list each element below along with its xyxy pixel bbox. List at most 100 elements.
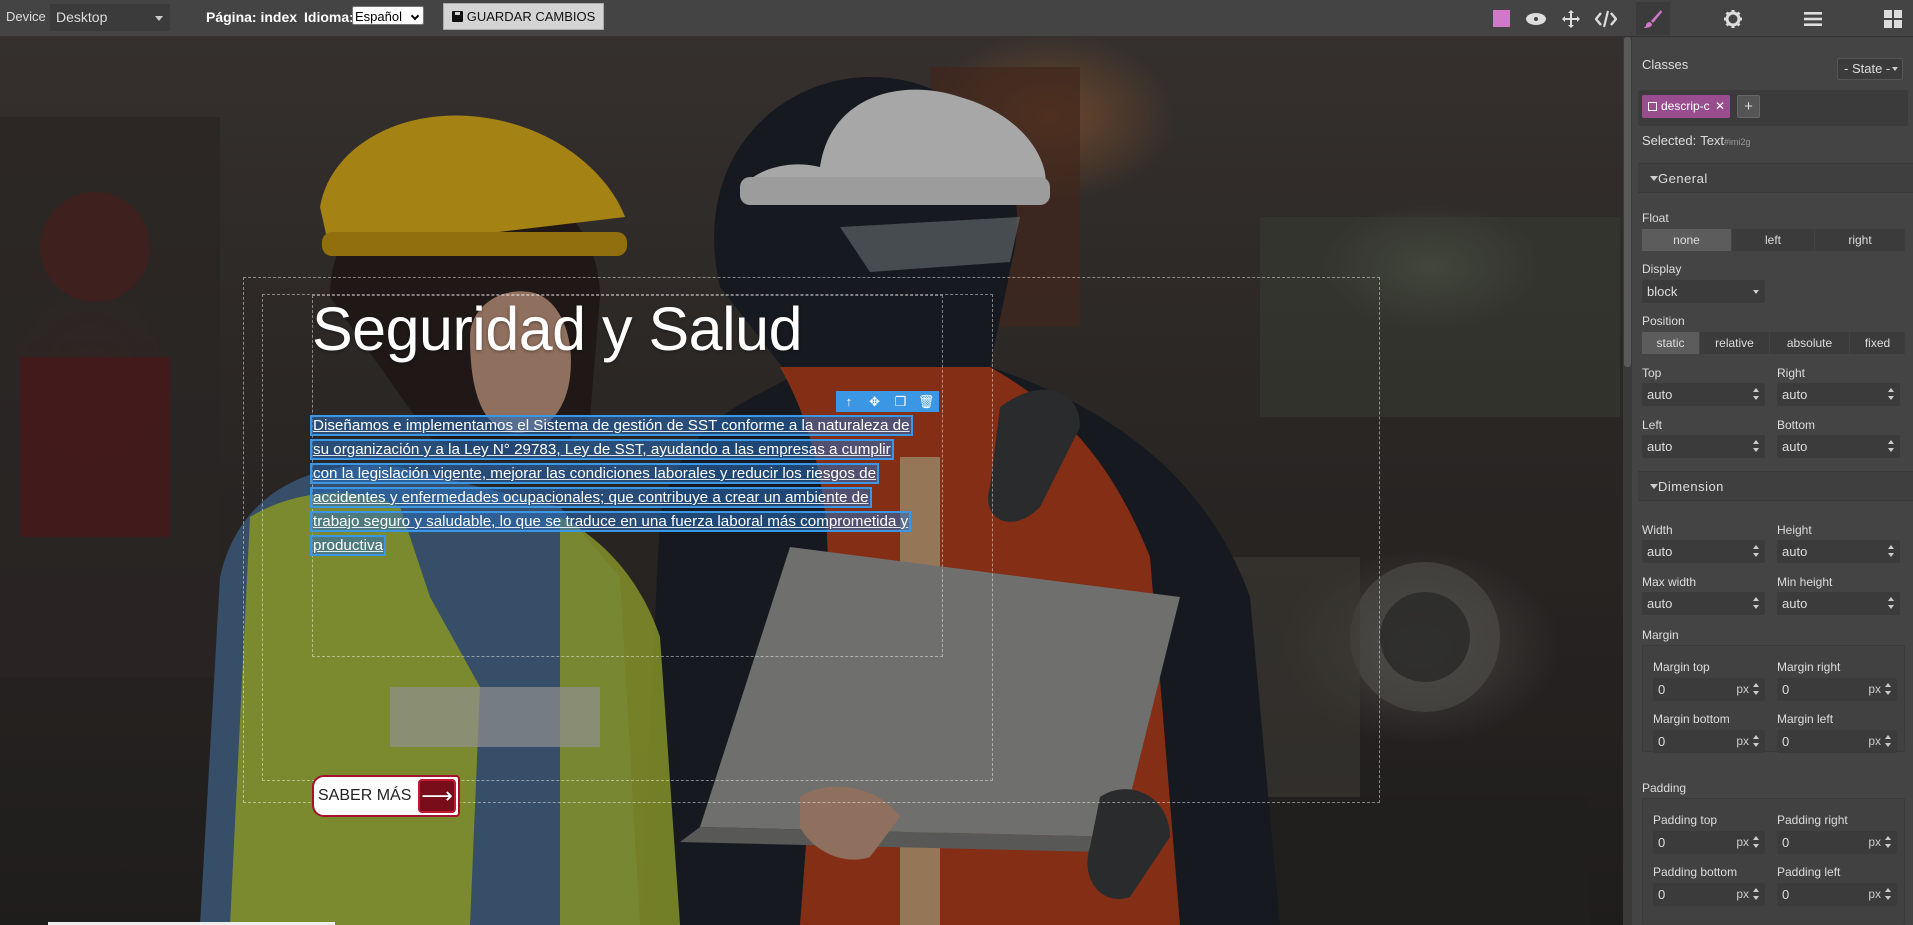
class-tag-descrip-c[interactable]: descrip-c ✕ xyxy=(1642,95,1730,118)
margin-bottom-input[interactable]: 0 px xyxy=(1653,730,1765,753)
stepper-arrows-icon[interactable] xyxy=(1753,683,1760,696)
width-value: auto xyxy=(1647,544,1673,559)
stepper-arrows-icon[interactable] xyxy=(1885,683,1892,696)
hero-description[interactable]: Diseñamos e implementamos el Sistema de … xyxy=(309,414,938,558)
left-value: auto xyxy=(1647,439,1673,454)
float-option-right[interactable]: right xyxy=(1815,229,1905,251)
device-select[interactable]: Desktop xyxy=(50,4,170,31)
code-icon xyxy=(1595,10,1617,27)
fullscreen-button[interactable] xyxy=(1554,2,1588,35)
position-option-absolute[interactable]: absolute xyxy=(1770,332,1850,354)
display-select[interactable]: block xyxy=(1642,280,1765,303)
select-parent-icon[interactable]: ↑ xyxy=(840,394,858,409)
unit-label[interactable]: px xyxy=(1736,730,1749,753)
view-code-button[interactable] xyxy=(1589,2,1623,35)
unit-label[interactable]: px xyxy=(1736,678,1749,701)
float-option-none[interactable]: none xyxy=(1642,229,1732,251)
padding-top-input[interactable]: 0 px xyxy=(1653,831,1765,854)
language-select[interactable]: Español xyxy=(352,6,424,25)
stepper-arrows-icon[interactable] xyxy=(1753,388,1760,401)
margin-left-input[interactable]: 0 px xyxy=(1777,730,1897,753)
padding-bottom-input[interactable]: 0 px xyxy=(1653,883,1765,906)
stepper-arrows-icon[interactable] xyxy=(1885,836,1892,849)
canvas-vertical-scrollbar[interactable] xyxy=(1623,37,1632,925)
description-line: trabajo seguro y saludable, lo que se tr… xyxy=(309,511,912,532)
class-tags-area: descrip-c ✕ + xyxy=(1638,90,1908,126)
stepper-arrows-icon[interactable] xyxy=(1753,735,1760,748)
settings-button[interactable] xyxy=(1716,2,1750,35)
max-width-input[interactable]: auto xyxy=(1642,592,1765,615)
padding-bottom-label: Padding bottom xyxy=(1653,865,1738,879)
blocks-button[interactable] xyxy=(1876,2,1910,35)
unit-label[interactable]: px xyxy=(1868,831,1881,854)
stepper-arrows-icon[interactable] xyxy=(1753,888,1760,901)
toggle-borders-button[interactable] xyxy=(1484,2,1518,35)
checkbox-icon[interactable] xyxy=(1648,102,1657,111)
position-option-relative[interactable]: relative xyxy=(1700,332,1770,354)
right-input[interactable]: auto xyxy=(1777,383,1900,406)
description-line: productiva xyxy=(309,535,387,556)
margin-right-input[interactable]: 0 px xyxy=(1777,678,1897,701)
padding-top-label: Padding top xyxy=(1653,813,1718,827)
position-option-static[interactable]: static xyxy=(1642,332,1700,354)
state-value: - State - xyxy=(1844,61,1891,76)
device-label: Device xyxy=(6,9,46,24)
position-option-fixed[interactable]: fixed xyxy=(1850,332,1905,354)
move-icon[interactable]: ✥ xyxy=(866,394,884,410)
editor-app: Device Desktop Página: index Idioma: Esp… xyxy=(0,0,1913,925)
unit-label[interactable]: px xyxy=(1736,831,1749,854)
stepper-arrows-icon[interactable] xyxy=(1888,545,1895,558)
state-select[interactable]: - State - xyxy=(1837,58,1903,80)
gear-icon xyxy=(1724,9,1742,28)
unit-label[interactable]: px xyxy=(1868,730,1881,753)
hero-title[interactable]: Seguridad y Salud xyxy=(312,294,803,364)
device-value: Desktop xyxy=(56,9,108,25)
width-input[interactable]: auto xyxy=(1642,540,1765,563)
unit-label[interactable]: px xyxy=(1736,883,1749,906)
unit-label[interactable]: px xyxy=(1868,678,1881,701)
margin-right-value: 0 xyxy=(1782,682,1790,697)
dimension-section-header[interactable]: Dimension xyxy=(1638,471,1913,501)
height-input[interactable]: auto xyxy=(1777,540,1900,563)
stepper-arrows-icon[interactable] xyxy=(1885,888,1892,901)
clone-icon[interactable]: ❐ xyxy=(891,394,909,410)
height-label: Height xyxy=(1777,523,1812,537)
padding-top-value: 0 xyxy=(1658,835,1666,850)
stepper-arrows-icon[interactable] xyxy=(1753,836,1760,849)
min-height-input[interactable]: auto xyxy=(1777,592,1900,615)
stepper-arrows-icon[interactable] xyxy=(1753,597,1760,610)
stepper-arrows-icon[interactable] xyxy=(1888,388,1895,401)
page-indicator: Página: index xyxy=(206,9,297,25)
stepper-arrows-icon[interactable] xyxy=(1885,735,1892,748)
margin-left-label: Margin left xyxy=(1777,712,1834,726)
stepper-arrows-icon[interactable] xyxy=(1888,597,1895,610)
unit-label[interactable]: px xyxy=(1868,883,1881,906)
add-class-button[interactable]: + xyxy=(1737,95,1760,118)
preview-button[interactable] xyxy=(1519,2,1553,35)
editor-canvas[interactable]: Seguridad y Salud ↑ ✥ ❐ 🗑 Diseñamos e im… xyxy=(0,37,1623,925)
padding-right-input[interactable]: 0 px xyxy=(1777,831,1897,854)
general-section-header[interactable]: General xyxy=(1638,163,1913,193)
canvas-scroll-thumb[interactable] xyxy=(1624,37,1631,367)
layer-manager-button[interactable] xyxy=(1796,2,1830,35)
saber-mas-button[interactable]: SABER MÁS ⟶ xyxy=(312,775,460,817)
component-toolbar: ↑ ✥ ❐ 🗑 xyxy=(836,391,939,412)
stepper-arrows-icon[interactable] xyxy=(1753,545,1760,558)
dimension-heading: Dimension xyxy=(1658,479,1724,494)
padding-left-input[interactable]: 0 px xyxy=(1777,883,1897,906)
stepper-arrows-icon[interactable] xyxy=(1888,440,1895,453)
left-input[interactable]: auto xyxy=(1642,435,1765,458)
margin-label: Margin xyxy=(1642,628,1679,642)
trash-icon[interactable]: 🗑 xyxy=(917,394,935,410)
stepper-arrows-icon[interactable] xyxy=(1753,440,1760,453)
save-changes-button[interactable]: GUARDAR CAMBIOS xyxy=(443,3,604,30)
style-manager-button[interactable] xyxy=(1636,2,1670,35)
bottom-input[interactable]: auto xyxy=(1777,435,1900,458)
top-label: Top xyxy=(1642,366,1662,380)
description-line: su organización y a la Ley N° 29783, Ley… xyxy=(310,439,894,460)
top-toolbar: Device Desktop Página: index Idioma: Esp… xyxy=(0,0,1913,37)
float-option-left[interactable]: left xyxy=(1732,229,1815,251)
top-input[interactable]: auto xyxy=(1642,383,1765,406)
margin-top-input[interactable]: 0 px xyxy=(1653,678,1765,701)
close-icon[interactable]: ✕ xyxy=(1715,95,1725,118)
